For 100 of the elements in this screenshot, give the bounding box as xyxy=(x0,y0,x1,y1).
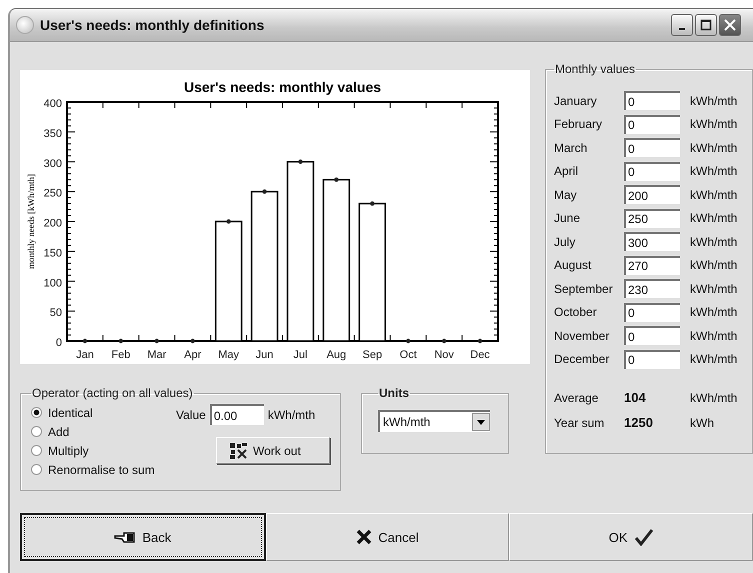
value-field[interactable]: 0 xyxy=(624,114,680,134)
unit-label: kWh/mth xyxy=(690,305,738,320)
month-label: August xyxy=(554,258,592,272)
window-title: User's needs: monthly definitions xyxy=(40,17,266,33)
x-tick-label: Sep xyxy=(362,349,382,361)
data-point xyxy=(226,219,231,224)
x-tick-label: May xyxy=(218,349,240,361)
month-label: March xyxy=(554,140,588,155)
unit-label: kWh/mth xyxy=(690,328,738,343)
group-title: Monthly values xyxy=(554,62,636,76)
x-tick-label: Oct xyxy=(400,349,417,361)
y-tick-label: 150 xyxy=(44,247,62,260)
group-title: Units xyxy=(378,386,410,400)
data-point xyxy=(154,338,159,344)
unit-label: kWh/mth xyxy=(690,211,738,226)
data-point xyxy=(82,338,88,344)
value-field[interactable]: 200 xyxy=(624,185,680,204)
value-field[interactable]: 0 xyxy=(624,350,680,369)
group-title: Operator (acting on all values) xyxy=(31,386,194,400)
radio-option[interactable]: Renormalise to sum xyxy=(31,461,166,478)
y-tick-label: 250 xyxy=(44,188,62,200)
value-field[interactable]: 0.00 xyxy=(210,404,264,425)
value-field[interactable]: 0 xyxy=(624,326,680,346)
x-tick-label: Jul xyxy=(293,349,308,361)
total-value: 1250 xyxy=(624,415,654,430)
app-icon xyxy=(16,16,34,34)
value-field[interactable]: 0 xyxy=(624,138,680,158)
x-tick-label: Aug xyxy=(326,349,346,361)
check-icon xyxy=(634,528,654,546)
y-tick-label: 300 xyxy=(44,158,62,170)
data-point xyxy=(478,338,482,344)
x-tick-label: Jun xyxy=(256,349,274,361)
unit-label: kWh xyxy=(690,416,715,430)
total-value: 104 xyxy=(624,390,647,405)
pointing-hand-icon xyxy=(114,531,136,543)
unit-label: kWh/mth xyxy=(268,408,316,422)
unit-label: kWh/mth xyxy=(690,164,738,178)
data-point xyxy=(118,338,124,344)
dropdown-arrow-icon xyxy=(477,420,485,424)
unit-label: kWh/mth xyxy=(690,188,738,202)
close-button[interactable] xyxy=(719,14,741,36)
x-tick-label: Apr xyxy=(184,349,202,361)
month-label: December xyxy=(554,352,610,366)
y-tick-label: 200 xyxy=(44,218,62,230)
cancel-button[interactable]: Cancel xyxy=(266,513,510,561)
total-label: Year sum xyxy=(554,416,606,430)
y-tick-label: 0 xyxy=(56,337,62,349)
unit-label: kWh/mth xyxy=(690,352,738,366)
value-field[interactable]: 300 xyxy=(624,232,680,252)
month-label: May xyxy=(554,188,578,202)
work-out-button[interactable]: Work out xyxy=(216,437,330,464)
close-icon xyxy=(723,18,737,32)
unit-label: kWh/mth xyxy=(690,140,738,155)
x-tick-label: Jan xyxy=(76,349,94,361)
x-tick-label: Nov xyxy=(434,349,454,361)
cross-icon xyxy=(356,529,372,545)
total-label: Average xyxy=(554,390,600,404)
data-point xyxy=(190,338,195,344)
value-field[interactable]: 250 xyxy=(624,208,680,228)
month-label: June xyxy=(554,211,582,226)
minimize-button[interactable] xyxy=(671,14,693,36)
value-label: Value xyxy=(176,408,206,422)
unit-label: kWh/mth xyxy=(690,94,738,108)
units-dropdown[interactable]: kWh/mth xyxy=(378,410,490,432)
month-label: September xyxy=(554,282,614,296)
month-label: January xyxy=(554,94,598,108)
maximize-button[interactable] xyxy=(695,14,717,36)
minimize-icon xyxy=(679,28,685,30)
value-field[interactable]: 0 xyxy=(624,91,680,110)
data-point xyxy=(406,338,410,344)
chart-title: User's needs: monthly values xyxy=(184,79,382,95)
unit-label: kWh/mth xyxy=(690,282,738,296)
y-axis-label: monthly needs [kWh/mth] xyxy=(26,174,36,269)
month-label: November xyxy=(554,328,610,343)
data-point xyxy=(442,338,446,344)
data-point xyxy=(262,189,267,194)
radio-option[interactable]: Identical xyxy=(31,404,166,421)
value-field[interactable]: 230 xyxy=(624,279,680,298)
unit-label: kWh/mth xyxy=(690,234,738,249)
x-tick-label: Dec xyxy=(470,349,490,361)
y-tick-label: 50 xyxy=(50,307,62,320)
value-field[interactable]: 270 xyxy=(624,256,680,275)
month-label: February xyxy=(554,117,604,132)
unit-label: kWh/mth xyxy=(690,258,738,272)
value-field[interactable]: 0 xyxy=(624,302,680,322)
data-point xyxy=(298,160,303,164)
data-point xyxy=(370,201,374,206)
value-field[interactable]: 0 xyxy=(624,162,680,181)
month-label: April xyxy=(554,164,580,178)
radio-option[interactable]: Add xyxy=(31,423,166,440)
month-label: October xyxy=(554,305,598,320)
y-tick-label: 100 xyxy=(44,277,62,290)
radio-option[interactable]: Multiply xyxy=(31,442,166,459)
ok-button[interactable]: OK xyxy=(509,513,753,561)
back-button[interactable]: Back xyxy=(20,513,266,561)
unit-label: kWh/mth xyxy=(690,117,738,132)
unit-label: kWh/mth xyxy=(690,390,738,404)
data-point xyxy=(334,177,339,182)
month-label: July xyxy=(554,234,576,249)
x-tick-label: Mar xyxy=(147,349,166,361)
